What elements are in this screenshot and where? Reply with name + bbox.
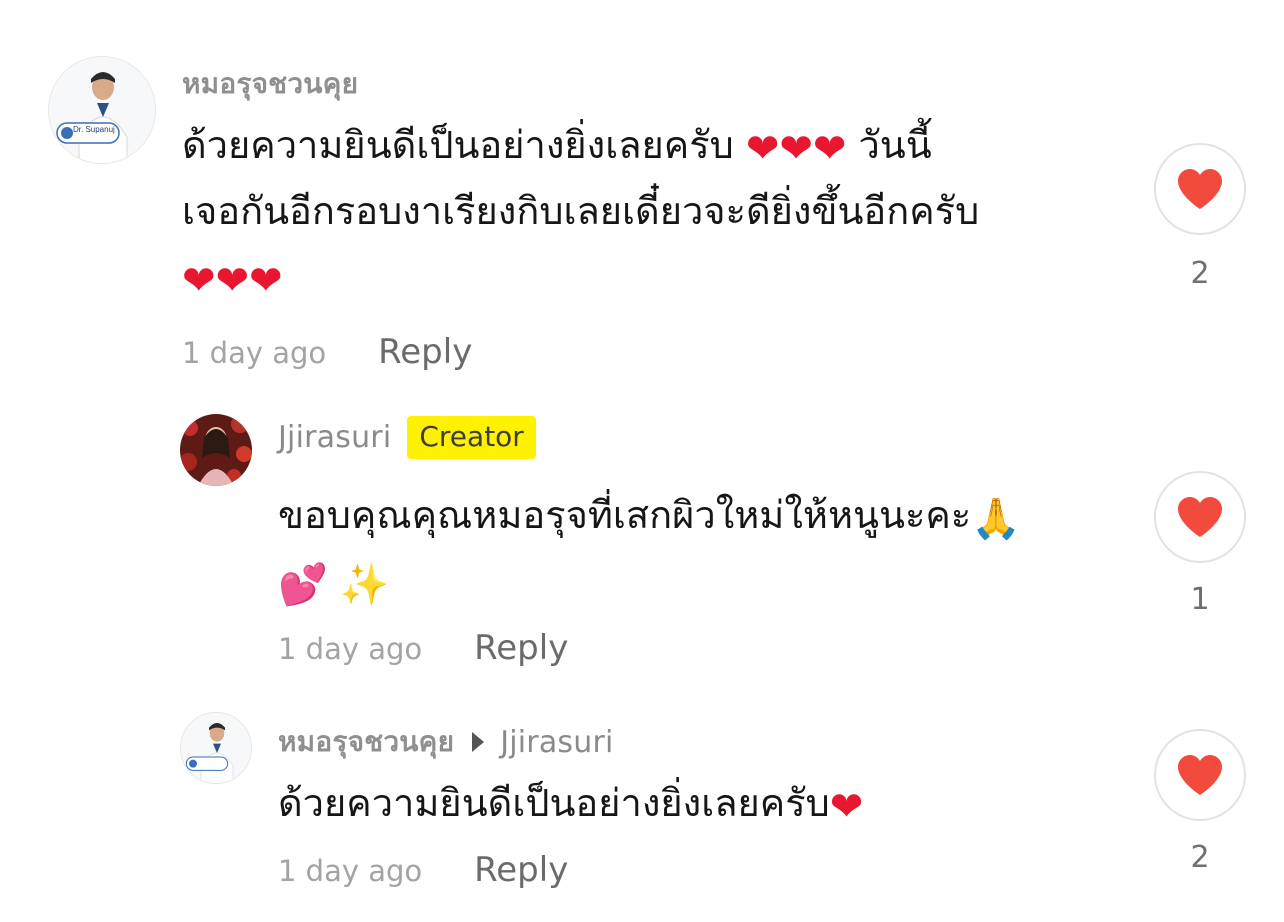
comment-line-1: ด้วยความยินดีเป็นอย่างยิ่งเลยครับ ❤❤❤ วั…	[182, 123, 932, 172]
username-row: หมอรุจชวนคุย Jjirasuri	[278, 720, 614, 764]
red-heart-emoji: ❤	[745, 126, 780, 172]
reply-button[interactable]: Reply	[378, 332, 472, 372]
caret-right-icon	[472, 732, 485, 752]
username[interactable]: หมอรุจชวนคุย	[278, 720, 454, 764]
heart-icon	[1178, 755, 1222, 795]
like-count: 2	[1190, 840, 1210, 875]
comment-line-2: เจอกันอีกรอบงาเรียงกิบเลยเดี๋ยวจะดียิ่งข…	[182, 189, 980, 233]
red-heart-emoji: ❤	[249, 258, 283, 304]
like-button[interactable]	[1154, 143, 1246, 235]
username-row: หมอรุจชวนคุย	[182, 62, 358, 106]
comment-meta: 1 day ago Reply	[182, 332, 472, 372]
avatar-badge-text: Dr. Supanuj	[73, 125, 115, 134]
comment-line-1: ด้วยความยินดีเป็นอย่างยิ่งเลยครับ❤	[278, 781, 864, 830]
doctor-avatar-image	[181, 713, 251, 783]
sparkles-emoji: ✨	[339, 562, 390, 608]
doctor-avatar-image	[49, 57, 155, 163]
timestamp: 1 day ago	[182, 336, 327, 370]
comment-line-2: 💕 ✨	[278, 548, 1021, 614]
heart-icon	[1178, 497, 1222, 537]
avatar-doctor[interactable]: Dr. Supanuj	[48, 56, 156, 164]
like-button[interactable]	[1154, 729, 1246, 821]
reply-button[interactable]: Reply	[474, 850, 568, 890]
red-heart-emoji: ❤	[812, 126, 847, 172]
avatar-doctor[interactable]	[180, 712, 252, 784]
like-button[interactable]	[1154, 471, 1246, 563]
heart-icon	[1178, 169, 1222, 209]
like-count: 2	[1190, 256, 1210, 291]
comment-meta: 1 day ago Reply	[278, 850, 568, 890]
reply-to-username[interactable]: Jjirasuri	[500, 725, 613, 760]
red-heart-emoji: ❤	[829, 784, 864, 830]
praying-hands-emoji: 🙏	[971, 496, 1022, 542]
red-heart-emoji: ❤	[779, 126, 813, 172]
red-heart-emoji: ❤	[182, 258, 216, 304]
comment-line-3: ❤❤❤	[182, 244, 979, 310]
timestamp: 1 day ago	[278, 854, 423, 888]
comment-line-1: ขอบคุณคุณหมอรุจที่เสกผิวใหม่ให้หนูนะคะ🙏	[278, 493, 1022, 542]
username[interactable]: หมอรุจชวนคุย	[182, 62, 358, 106]
comment-meta: 1 day ago Reply	[278, 628, 568, 668]
reply-button[interactable]: Reply	[474, 628, 568, 668]
red-heart-emoji: ❤	[215, 258, 250, 304]
username-row: Jjirasuri Creator	[278, 416, 536, 459]
comment-body: ด้วยความยินดีเป็นอย่างยิ่งเลยครับ❤	[278, 770, 863, 836]
comment-body: ขอบคุณคุณหมอรุจที่เสกผิวใหม่ให้หนูนะคะ🙏 …	[278, 482, 1021, 614]
comment-body: ด้วยความยินดีเป็นอย่างยิ่งเลยครับ ❤❤❤ วั…	[182, 112, 979, 310]
two-hearts-emoji: 💕	[278, 562, 328, 608]
timestamp: 1 day ago	[278, 632, 423, 666]
avatar-creator[interactable]	[180, 414, 252, 486]
like-count: 1	[1190, 582, 1210, 617]
creator-badge: Creator	[407, 416, 536, 459]
creator-avatar-image	[180, 414, 252, 486]
username[interactable]: Jjirasuri	[278, 420, 391, 455]
